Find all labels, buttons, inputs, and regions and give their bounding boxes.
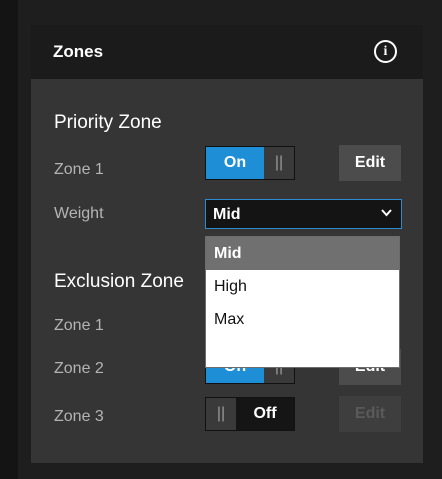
exclusion-zone-3-toggle[interactable]: || Off	[205, 397, 295, 431]
weight-select-value: Mid	[213, 206, 241, 223]
chevron-down-icon	[381, 209, 392, 217]
panel-header: Zones i	[31, 25, 423, 79]
toggle-grip-icon: ||	[206, 398, 236, 430]
priority-zone-1-edit-button[interactable]: Edit	[339, 145, 401, 181]
priority-zone-1-toggle[interactable]: On ||	[205, 146, 295, 180]
weight-label: Weight	[54, 205, 104, 222]
toggle-on-label: On	[206, 147, 264, 179]
exclusion-zone-1-label: Zone 1	[54, 317, 104, 334]
weight-dropdown-list: Mid High Max	[205, 236, 400, 368]
dropdown-option-mid[interactable]: Mid	[206, 237, 399, 270]
background-strip	[0, 0, 18, 479]
priority-zone-title: Priority Zone	[54, 112, 162, 133]
toggle-off-label: Off	[236, 398, 294, 430]
info-icon[interactable]: i	[374, 40, 397, 63]
exclusion-zone-3-edit-button: Edit	[339, 396, 401, 432]
zones-panel: Zones i Priority Zone Zone 1 On || Edit …	[31, 25, 423, 463]
exclusion-zone-title: Exclusion Zone	[54, 271, 184, 292]
dropdown-option-max[interactable]: Max	[206, 303, 399, 336]
toggle-grip-icon: ||	[264, 147, 294, 179]
weight-select[interactable]: Mid	[205, 199, 402, 229]
dropdown-option-high[interactable]: High	[206, 270, 399, 303]
priority-zone-1-label: Zone 1	[54, 161, 104, 178]
exclusion-zone-3-label: Zone 3	[54, 408, 104, 425]
exclusion-zone-2-label: Zone 2	[54, 360, 104, 377]
panel-title: Zones	[53, 42, 104, 61]
